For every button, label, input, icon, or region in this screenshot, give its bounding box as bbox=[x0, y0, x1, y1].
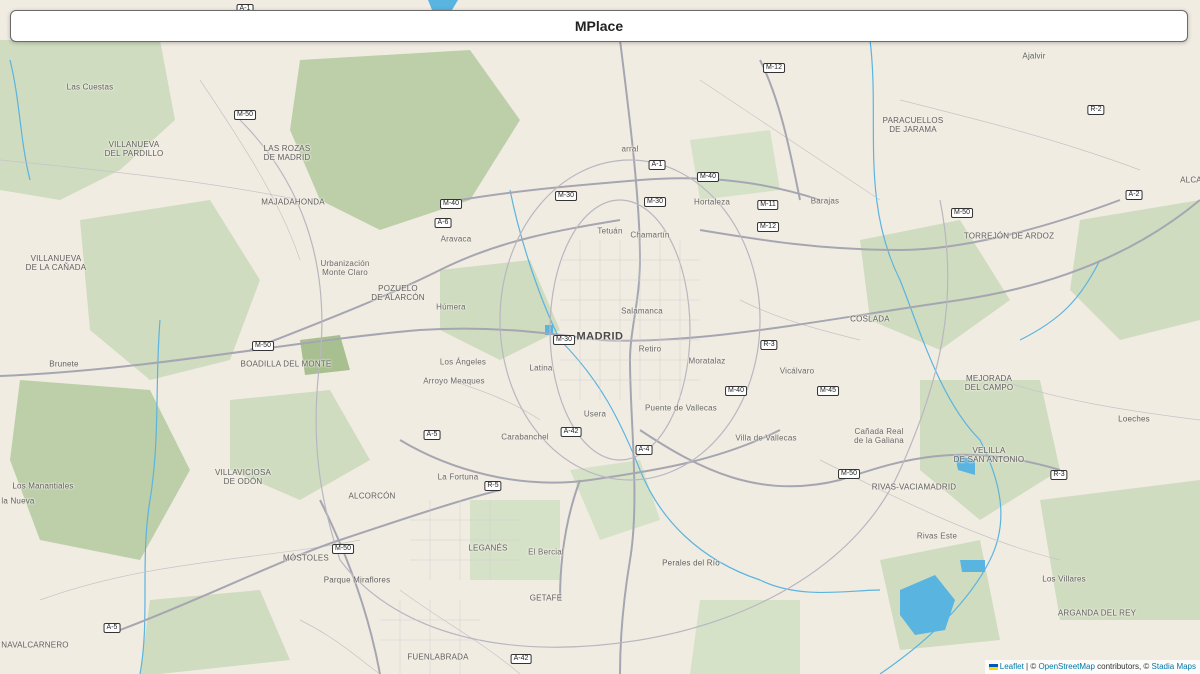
place-label: GETAFE bbox=[529, 593, 563, 603]
place-label: Urbanización Monte Claro bbox=[320, 259, 370, 277]
place-label: Villa de Vallecas bbox=[735, 433, 797, 443]
place-label: MAJADAHONDA bbox=[261, 197, 325, 207]
place-label: Puente de Vallecas bbox=[645, 403, 717, 413]
place-label: Los Villares bbox=[1042, 574, 1086, 584]
road-shield: R-5 bbox=[484, 481, 502, 491]
place-label: Hortaleza bbox=[693, 197, 731, 207]
road-shield: M-50 bbox=[951, 208, 973, 218]
road-shield: M-40 bbox=[725, 386, 747, 396]
place-label: Chamartín bbox=[630, 230, 670, 240]
place-label: ARGANDA DEL REY bbox=[1057, 608, 1137, 618]
app-title: MPlace bbox=[574, 18, 624, 34]
place-label: Los Ángeles bbox=[439, 357, 487, 367]
road-shield: M-30 bbox=[555, 191, 577, 201]
place-label: VELILLA DE SAN ANTONIO bbox=[953, 446, 1025, 464]
road-shield: A-5 bbox=[103, 623, 121, 633]
map-attribution: Leaflet | © OpenStreetMap contributors, … bbox=[984, 660, 1200, 674]
road-shield: R-3 bbox=[760, 340, 778, 350]
place-label: Salamanca bbox=[621, 306, 663, 316]
road-shield: M-30 bbox=[553, 335, 575, 345]
place-label: LAS ROZAS DE MADRID bbox=[263, 144, 311, 162]
stadia-maps-link[interactable]: Stadia Maps bbox=[1152, 662, 1196, 671]
road-shield: A-1 bbox=[648, 160, 666, 170]
place-label: Moratalaz bbox=[688, 356, 726, 366]
road-shield: M-40 bbox=[697, 172, 719, 182]
place-label: BOADILLA DEL MONTE bbox=[240, 359, 332, 369]
road-shield: M-50 bbox=[252, 341, 274, 351]
place-label: Ajalvir bbox=[1022, 51, 1046, 61]
place-label: NAVALCARNERO bbox=[1, 640, 69, 650]
place-label: LEGANÉS bbox=[468, 543, 508, 553]
attribution-separator: | © bbox=[1023, 662, 1039, 671]
place-label: Tetuán bbox=[597, 226, 623, 236]
place-label: El Bercial bbox=[528, 547, 564, 557]
place-label: COSLADA bbox=[850, 314, 890, 324]
map-canvas[interactable]: Las Cuestas VILLANUEVA DEL PARDILLO LAS … bbox=[0, 0, 1200, 674]
place-label: Brunete bbox=[49, 359, 79, 369]
place-label: Perales del Río bbox=[662, 558, 720, 568]
place-label: TORREJÓN DE ARDOZ bbox=[963, 231, 1055, 241]
place-label: FUENLABRADA bbox=[407, 652, 469, 662]
road-shield: A-5 bbox=[423, 430, 441, 440]
road-shield: A-4 bbox=[635, 445, 653, 455]
attribution-contributors: contributors, © bbox=[1094, 662, 1152, 671]
place-label: La Fortuna bbox=[437, 472, 479, 482]
road-shield: M-12 bbox=[757, 222, 779, 232]
place-label: RIVAS-VACIAMADRID bbox=[871, 482, 957, 492]
place-label: la Nueva bbox=[1, 496, 35, 506]
road-shield: A-42 bbox=[560, 427, 582, 437]
road-shield: R-3 bbox=[1050, 470, 1068, 480]
openstreetmap-link[interactable]: OpenStreetMap bbox=[1038, 662, 1094, 671]
app-header: MPlace bbox=[10, 10, 1188, 42]
place-label: Las Cuestas bbox=[66, 82, 114, 92]
place-label: Aravaca bbox=[440, 234, 472, 244]
road-shield: M-40 bbox=[440, 199, 462, 209]
place-label: Usera bbox=[583, 409, 607, 419]
road-shield: M-30 bbox=[644, 197, 666, 207]
place-label: Loeches bbox=[1118, 414, 1150, 424]
place-label: MEJORADA DEL CAMPO bbox=[964, 374, 1014, 392]
place-label: PARACUELLOS DE JARAMA bbox=[882, 116, 944, 134]
place-label: Húmera bbox=[436, 302, 466, 312]
road-shield: R-2 bbox=[1087, 105, 1105, 115]
road-shield: M-11 bbox=[757, 200, 779, 210]
place-label: Arroyo Meaques bbox=[423, 376, 485, 386]
place-label: ALCORCÓN bbox=[348, 491, 396, 501]
ukraine-flag-icon bbox=[988, 664, 998, 670]
leaflet-link[interactable]: Leaflet bbox=[1000, 662, 1024, 671]
place-label: Los Manantiales bbox=[12, 481, 74, 491]
place-label: VILLANUEVA DE LA CAÑADA bbox=[25, 254, 87, 272]
place-label: Cañada Real de la Galiana bbox=[854, 427, 904, 445]
road-shield: M-50 bbox=[838, 469, 860, 479]
road-shield: M-50 bbox=[332, 544, 354, 554]
place-label: Vicálvaro bbox=[779, 366, 815, 376]
place-label: Latina bbox=[529, 363, 553, 373]
place-label: arral bbox=[621, 144, 639, 154]
road-shield: M-45 bbox=[817, 386, 839, 396]
place-label: Parque Miraflores bbox=[323, 575, 391, 585]
place-label: ALCA bbox=[1180, 175, 1200, 185]
road-shield: A-6 bbox=[434, 218, 452, 228]
road-shield: M-12 bbox=[763, 63, 785, 73]
place-label: MÓSTOLES bbox=[283, 553, 329, 563]
road-shield: A-2 bbox=[1125, 190, 1143, 200]
road-shield: A-42 bbox=[510, 654, 532, 664]
place-label: Barajas bbox=[810, 196, 840, 206]
place-label: VILLANUEVA DEL PARDILLO bbox=[104, 140, 164, 158]
place-label: Carabanchel bbox=[501, 432, 549, 442]
place-label: Rivas Este bbox=[916, 531, 958, 541]
place-label: VILLAVICIOSA DE ODÓN bbox=[214, 468, 272, 486]
place-label: Retiro bbox=[638, 344, 662, 354]
road-shield: M-50 bbox=[234, 110, 256, 120]
city-label: MADRID bbox=[576, 330, 624, 343]
place-label: POZUELO DE ALARCÓN bbox=[371, 284, 425, 302]
